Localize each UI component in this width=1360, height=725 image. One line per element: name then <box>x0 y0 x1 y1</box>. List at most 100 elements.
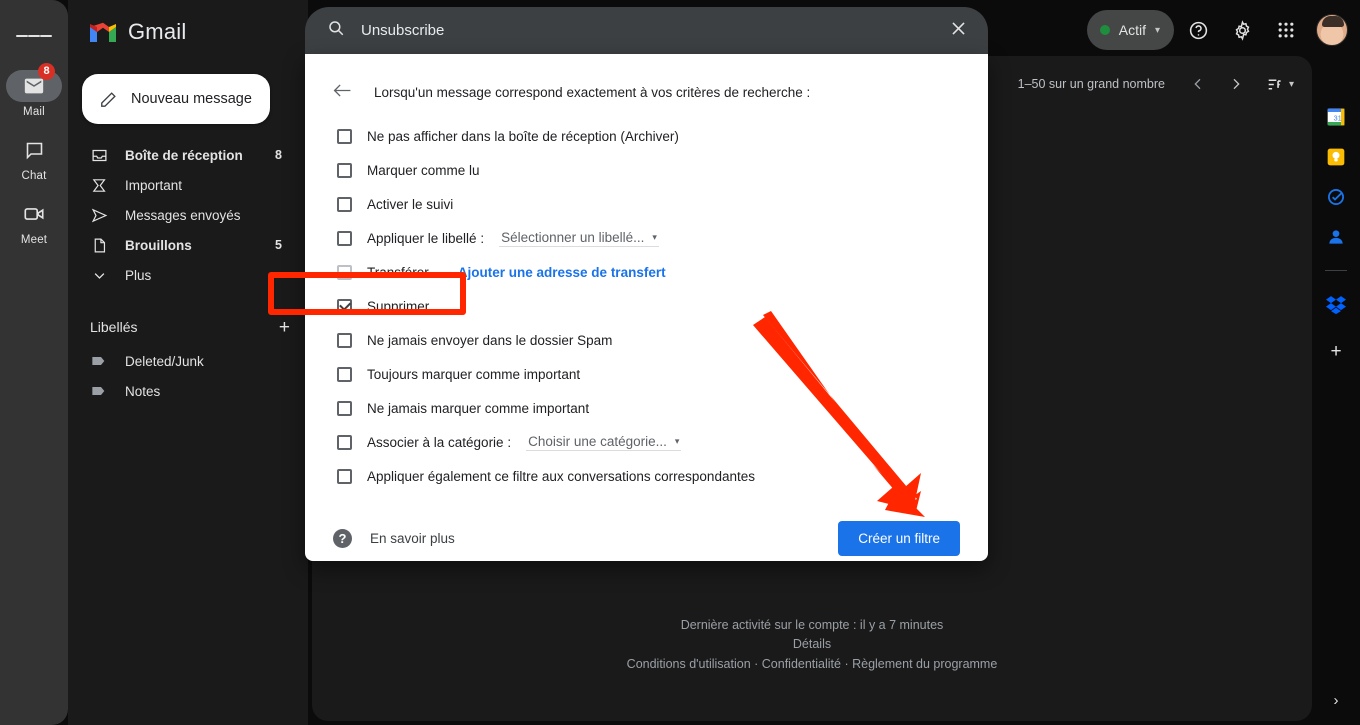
label-icon <box>90 352 108 370</box>
sidebar-item-sent[interactable]: Messages envoyés <box>68 200 296 230</box>
option-label: Toujours marquer comme important <box>367 367 580 382</box>
dropbox-icon[interactable] <box>1325 293 1347 315</box>
keep-icon[interactable] <box>1325 146 1347 168</box>
label-name: Deleted/Junk <box>125 354 282 369</box>
search-bar[interactable]: Unsubscribe <box>305 7 988 54</box>
sidebar-item-label: Boîte de réception <box>125 148 258 163</box>
dialog-footer: ? En savoir plus Créer un filtre <box>329 521 960 556</box>
option-label: Ne pas afficher dans la boîte de récepti… <box>367 129 679 144</box>
filter-option-apply-label[interactable]: Appliquer le libellé : Sélectionner un l… <box>329 221 960 255</box>
sort-caret: ▾ <box>1289 79 1294 90</box>
drafts-icon <box>90 236 108 254</box>
sidebar-item-notes[interactable]: Notes <box>68 376 296 406</box>
supprimer-option[interactable]: Supprimer <box>329 289 960 323</box>
filter-option-never-important[interactable]: Ne jamais marquer comme important <box>329 391 960 425</box>
chevron-right-icon[interactable] <box>1219 67 1253 101</box>
help-icon[interactable] <box>1178 10 1218 50</box>
option-label: Supprimer <box>367 299 429 314</box>
rail-label-meet: Meet <box>21 234 47 246</box>
filter-option-always-important[interactable]: Toujours marquer comme important <box>329 357 960 391</box>
add-addon-icon[interactable]: + <box>1325 341 1347 363</box>
sidebar-item-count: 8 <box>275 148 282 162</box>
filter-option-star[interactable]: Activer le suivi <box>329 187 960 221</box>
filter-option-forward[interactable]: Transférer Ajouter une adresse de transf… <box>329 255 960 289</box>
checkbox[interactable] <box>337 469 352 484</box>
dropdown-value: Sélectionner un libellé... <box>501 230 644 245</box>
sidebar-item-count: 5 <box>275 238 282 252</box>
sidebar-item-label: Messages envoyés <box>125 208 265 223</box>
labels-list: Deleted/Junk Notes <box>68 346 308 406</box>
label-name: Notes <box>125 384 282 399</box>
add-forwarding-address-link[interactable]: Ajouter une adresse de transfert <box>458 265 666 280</box>
account-footer: Dernière activité sur le compte : il y a… <box>312 616 1312 674</box>
add-label-button[interactable]: + <box>279 318 294 337</box>
filter-option-categorize[interactable]: Associer à la catégorie : Choisir une ca… <box>329 425 960 459</box>
details-link[interactable]: Détails <box>312 635 1312 654</box>
rail-item-mail[interactable]: 8 Mail <box>4 70 64 118</box>
legal-links[interactable]: Conditions d'utilisation · Confidentiali… <box>312 655 1312 674</box>
search-input[interactable]: Unsubscribe <box>361 22 933 39</box>
checkbox[interactable] <box>337 401 352 416</box>
sidebar-item-label: Brouillons <box>125 238 258 253</box>
checkbox[interactable] <box>337 299 352 314</box>
learn-more-link[interactable]: En savoir plus <box>370 531 455 546</box>
option-label: Marquer comme lu <box>367 163 480 178</box>
meet-icon <box>6 198 62 230</box>
checkbox[interactable] <box>337 197 352 212</box>
option-label: Activer le suivi <box>367 197 453 212</box>
help-icon[interactable]: ? <box>333 529 352 548</box>
status-badge[interactable]: Actif ▾ <box>1087 10 1174 50</box>
dropdown-value: Choisir une catégorie... <box>528 434 667 449</box>
checkbox[interactable] <box>337 435 352 450</box>
rail-item-meet[interactable]: Meet <box>4 198 64 246</box>
filter-option-archive[interactable]: Ne pas afficher dans la boîte de récepti… <box>329 119 960 153</box>
search-icon <box>327 19 345 42</box>
tasks-icon[interactable] <box>1325 186 1347 208</box>
checkbox[interactable] <box>337 367 352 382</box>
sidebar-item-deleted-junk[interactable]: Deleted/Junk <box>68 346 296 376</box>
checkbox[interactable] <box>337 231 352 246</box>
checkbox[interactable] <box>337 163 352 178</box>
compose-button[interactable]: Nouveau message <box>82 74 270 124</box>
create-filter-button[interactable]: Créer un filtre <box>838 521 960 556</box>
chevron-down-icon: ▾ <box>1155 25 1160 36</box>
chevron-left-icon[interactable] <box>1181 67 1215 101</box>
sort-button[interactable]: ▾ <box>1267 77 1294 92</box>
apps-grid-icon[interactable] <box>1266 10 1306 50</box>
create-filter-dialog: Lorsqu'un message correspond exactement … <box>305 54 988 561</box>
checkbox <box>337 265 352 280</box>
back-arrow-icon[interactable] <box>333 82 352 103</box>
filter-option-apply-existing[interactable]: Appliquer également ce filtre aux conver… <box>329 459 960 493</box>
last-activity-text: Dernière activité sur le compte : il y a… <box>312 616 1312 635</box>
filter-option-never-spam[interactable]: Ne jamais envoyer dans le dossier Spam <box>329 323 960 357</box>
sidebar-item-drafts[interactable]: Brouillons 5 <box>68 230 296 260</box>
label-select-dropdown[interactable]: Sélectionner un libellé... ▾ <box>499 230 659 247</box>
status-dot <box>1100 25 1110 35</box>
option-label: Appliquer également ce filtre aux conver… <box>367 469 755 484</box>
expand-panel-icon[interactable]: › <box>1334 692 1339 709</box>
contacts-icon[interactable] <box>1325 226 1347 248</box>
checkbox[interactable] <box>337 333 352 348</box>
important-icon <box>90 176 108 194</box>
mail-unread-badge: 8 <box>38 63 55 80</box>
gear-icon[interactable] <box>1222 10 1262 50</box>
labels-header: Libellés + <box>68 312 308 342</box>
category-select-dropdown[interactable]: Choisir une catégorie... ▾ <box>526 434 681 451</box>
option-label: Transférer <box>367 265 429 280</box>
rail-item-chat[interactable]: Chat <box>4 134 64 182</box>
option-label: Associer à la catégorie : <box>367 435 511 450</box>
sidebar-item-important[interactable]: Important <box>68 170 296 200</box>
label-icon <box>90 382 108 400</box>
sidebar-item-more[interactable]: Plus <box>68 260 296 290</box>
option-label: Ne jamais marquer comme important <box>367 401 589 416</box>
filter-option-mark-read[interactable]: Marquer comme lu <box>329 153 960 187</box>
checkbox[interactable] <box>337 129 352 144</box>
avatar[interactable] <box>1316 14 1348 46</box>
sidebar-item-label: Important <box>125 178 265 193</box>
app-rail: 8 Mail Chat Meet <box>0 0 68 725</box>
sent-icon <box>90 206 108 224</box>
chat-icon <box>6 134 62 166</box>
calendar-icon[interactable]: 31 <box>1325 106 1347 128</box>
close-icon[interactable] <box>949 19 968 42</box>
sidebar-item-inbox[interactable]: Boîte de réception 8 <box>68 140 296 170</box>
